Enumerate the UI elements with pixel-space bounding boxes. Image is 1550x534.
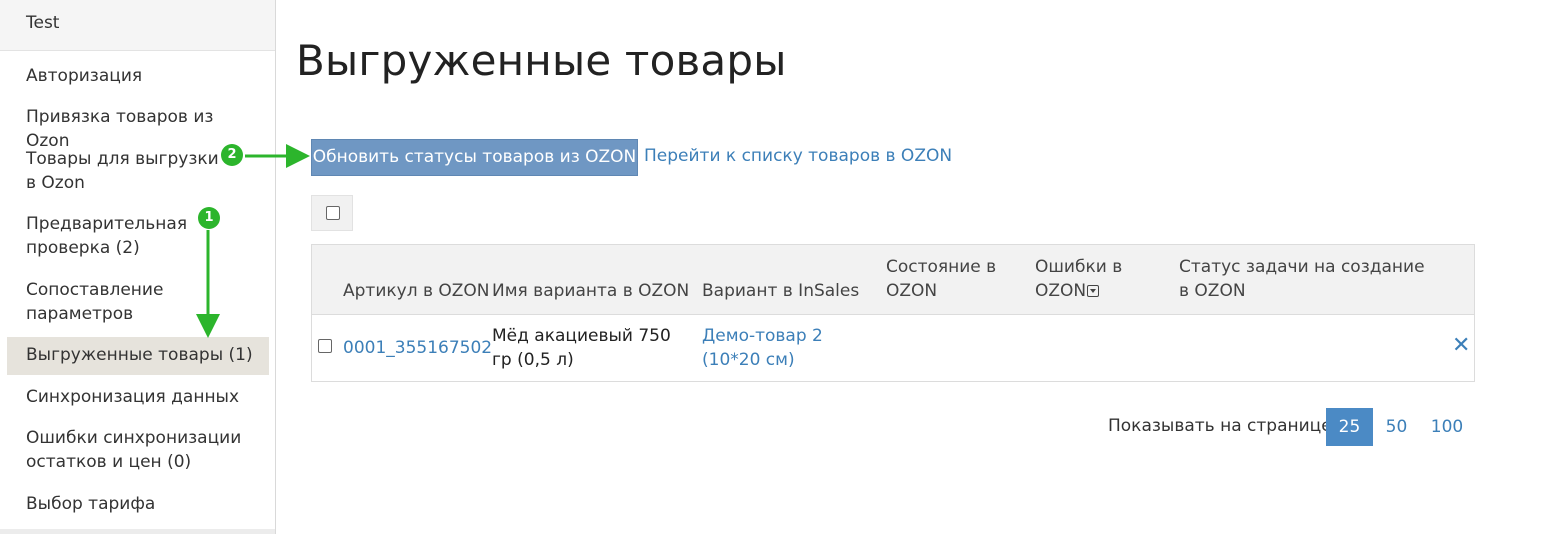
annotation-badge-2: 2: [221, 144, 243, 166]
annotation-arrows: [196, 144, 310, 338]
annotation-badge-1: 1: [198, 207, 220, 229]
